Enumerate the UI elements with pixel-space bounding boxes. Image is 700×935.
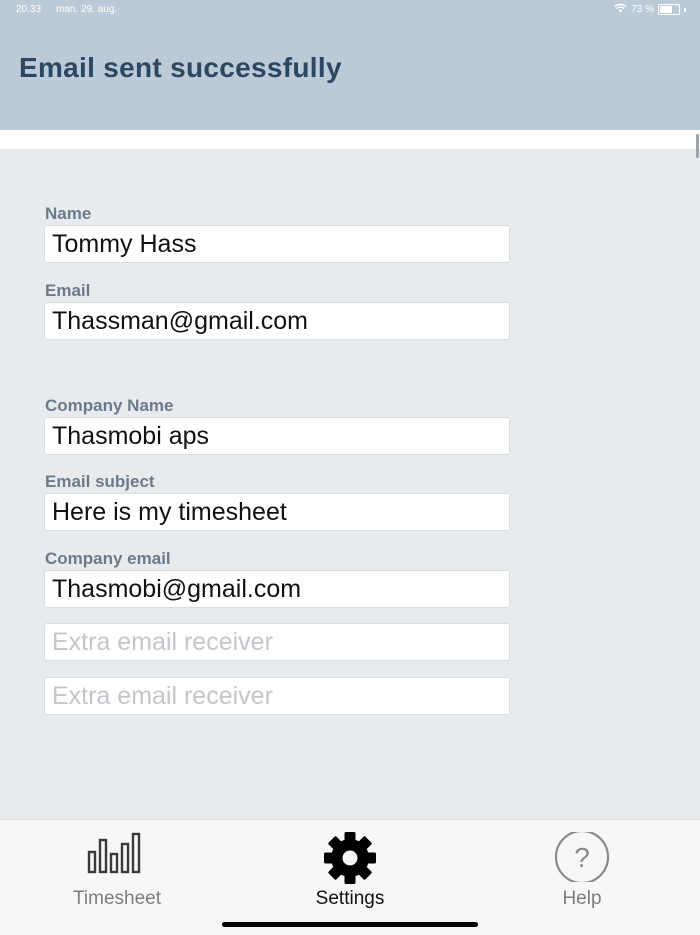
company-name-field[interactable] bbox=[44, 417, 510, 455]
wifi-icon bbox=[614, 3, 627, 16]
status-time: 20.33 bbox=[16, 4, 42, 15]
email-field[interactable] bbox=[44, 302, 510, 340]
company-name-label: Company Name bbox=[45, 396, 174, 415]
scroll-indicator[interactable] bbox=[696, 134, 699, 158]
extra-email-receiver-2-field[interactable] bbox=[44, 677, 510, 715]
home-indicator[interactable] bbox=[222, 922, 478, 927]
tab-help[interactable]: ? Help bbox=[502, 820, 662, 920]
name-label: Name bbox=[45, 204, 92, 223]
battery-icon bbox=[658, 4, 680, 15]
battery-fill bbox=[660, 6, 672, 13]
battery-tip bbox=[684, 7, 686, 12]
tab-timesheet-label: Timesheet bbox=[73, 888, 161, 909]
name-field[interactable] bbox=[44, 225, 510, 263]
company-email-label: Company email bbox=[45, 549, 171, 568]
battery-percent: 73 % bbox=[631, 4, 654, 15]
tab-timesheet[interactable]: Timesheet bbox=[37, 820, 197, 920]
tab-settings-label: Settings bbox=[315, 888, 385, 909]
status-right: 73 % bbox=[614, 3, 686, 16]
gear-icon bbox=[321, 832, 379, 889]
status-date: man. 29. aug. bbox=[56, 4, 118, 15]
company-email-field[interactable] bbox=[44, 570, 510, 608]
question-circle-icon: ? bbox=[553, 829, 611, 887]
email-subject-field[interactable] bbox=[44, 493, 510, 531]
bar-chart-icon bbox=[87, 832, 147, 879]
tab-bar: Timesheet Settings ? Help bbox=[0, 819, 700, 935]
tab-help-label: Help bbox=[562, 888, 602, 909]
email-subject-label: Email subject bbox=[45, 472, 155, 491]
svg-text:?: ? bbox=[574, 842, 590, 873]
header-separator bbox=[0, 130, 700, 149]
email-label: Email bbox=[45, 281, 91, 300]
tab-settings[interactable]: Settings bbox=[270, 820, 430, 920]
extra-email-receiver-1-field[interactable] bbox=[44, 623, 510, 661]
status-bar: 20.33 man. 29. aug. 73 % bbox=[0, 0, 700, 22]
page-title: Email sent successfully bbox=[19, 52, 342, 83]
